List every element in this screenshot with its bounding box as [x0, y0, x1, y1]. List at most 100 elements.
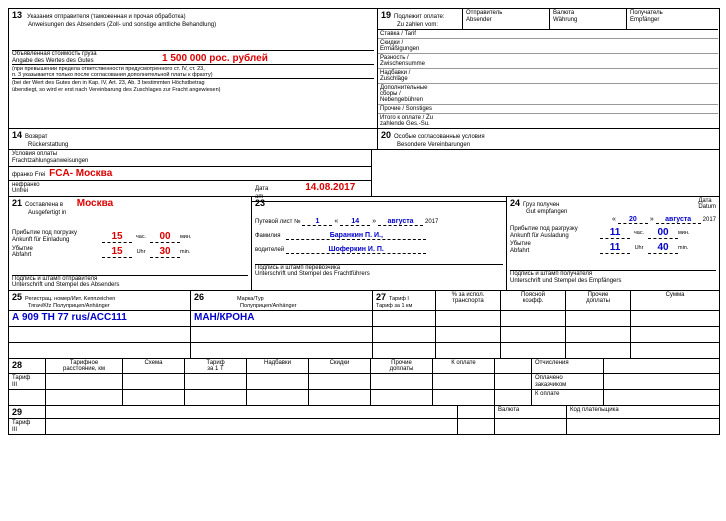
r1: Отчисления: [535, 360, 569, 366]
mn24b: min.: [678, 245, 688, 251]
b21-num: 21: [12, 198, 22, 208]
t28b: III: [12, 382, 17, 388]
brand: МАН/КРОНА: [191, 311, 373, 326]
t28: Тариф: [12, 375, 30, 381]
note2b: überstiegt, so wird er erst nach Vereinb…: [12, 87, 221, 93]
c28-6b: доплаты: [390, 366, 414, 372]
place: Москва: [77, 198, 113, 209]
hr24b: Uhr: [630, 245, 648, 251]
b26-ru: Марка/Тур: [237, 296, 264, 302]
arr-ru: Прибытие под погрузку: [12, 230, 77, 236]
fam: Фамилия: [255, 233, 280, 239]
sig24-de: Unterschrift und Stempel des Empfängers: [510, 278, 621, 284]
b29-c2: Код плательщика: [570, 407, 619, 413]
r2b: заказчиком: [535, 382, 566, 388]
main-date: 14.08.2017: [305, 182, 355, 193]
hrs2: Uhr: [132, 249, 150, 255]
declared-value: 1 500 000 рос. рублей: [162, 51, 268, 64]
c28-7: К оплате: [451, 360, 475, 366]
m2: 30: [150, 246, 180, 258]
b24-ru: Груз получен: [523, 202, 559, 208]
t29: Тариф: [12, 420, 30, 426]
b24-de: Gut empfangen: [526, 209, 567, 215]
wd: 1: [302, 218, 332, 226]
decl-ru: Объявленная стоимость груза: [12, 51, 97, 57]
b14-num: 14: [12, 130, 22, 140]
sender-ru: Отправитель: [466, 10, 502, 16]
arr-de: Ankunft für Einladung: [12, 237, 69, 243]
decl-de: Angabe des Wertes des Gutes: [12, 58, 94, 64]
pay-row: Ставка / Tarif: [378, 30, 437, 38]
c28-1b: расстояние, км: [63, 366, 105, 372]
t29b: III: [12, 427, 17, 433]
b29-c1: Валюта: [498, 407, 519, 413]
fam-v: Баранкин П. И.,: [286, 232, 426, 240]
b27-de: Тариф за 1 км: [376, 303, 412, 309]
c2b: коэфф.: [523, 298, 544, 304]
hr24: час.: [630, 230, 648, 236]
dep24-de: Abfahrt: [510, 248, 529, 254]
b14-de: Rückerstattung: [28, 142, 68, 148]
box-13-ru: Указания отправителя (таможенная и проча…: [27, 14, 186, 20]
h24a: 11: [600, 227, 630, 239]
b21-de: Ausgefertigt in: [28, 210, 66, 216]
b15-de: Frachtzahlungsanweisungen: [12, 158, 88, 164]
nefr-de: Unfrei: [12, 188, 28, 194]
h24b: 11: [600, 242, 630, 254]
b26-num: 26: [194, 292, 204, 302]
b19-de: Zu zahlen vom:: [397, 22, 438, 28]
dep24-ru: Убытие: [510, 241, 531, 247]
c28-3b: за 1 Т: [207, 366, 223, 372]
wm: 14: [340, 218, 370, 226]
b20-de: Besondere Vereinbarungen: [397, 142, 470, 148]
drv: водителей: [255, 247, 284, 253]
curr-de: Währung: [553, 17, 577, 23]
c1b: транспорта: [452, 298, 484, 304]
pay-row: Разность / Zwischensumme: [378, 54, 437, 68]
pay-row: Дополнительные сборы / Nebengebühren: [378, 84, 437, 104]
d24: 20: [618, 216, 648, 224]
franko-de: Frei: [35, 172, 45, 178]
b15-ru: Условия оплаты: [12, 151, 57, 157]
b25-de: Тягач/Kfz: [28, 303, 51, 309]
date-ru: Дата: [255, 186, 268, 192]
pay-row: Прочие / Sonstiges: [378, 105, 437, 113]
wmon: августа: [378, 218, 423, 226]
arr24-ru: Прибытие под разгрузку: [510, 226, 578, 232]
b27-num: 27: [376, 292, 386, 302]
pay-row: Скидки / Ermäßigungen: [378, 39, 437, 53]
b24-date-de: Datum: [698, 204, 716, 210]
min2: min.: [180, 249, 190, 255]
c3b: доплаты: [586, 298, 610, 304]
b27-ru: Тариф I: [389, 296, 409, 302]
pay-row: Надбавки / Zuschläge: [378, 69, 437, 83]
way: Путевой лист №: [255, 219, 301, 225]
sig23-de: Unterschrift und Stempel des Frachtführe…: [255, 271, 370, 277]
curr-ru: Валюта: [553, 10, 574, 16]
recv-ru: Получатель: [630, 10, 663, 16]
b25-num: 25: [12, 292, 22, 302]
franko: франко: [12, 172, 33, 178]
fca-value: FCA- Москва: [49, 168, 112, 179]
m24a: 00: [648, 227, 678, 239]
c28-5: Скидки: [330, 360, 350, 366]
b26-de: Полуприцеп/Anhänger: [240, 303, 296, 309]
h2: 15: [102, 246, 132, 258]
box-13-de: Anweisungen des Absenders (Zoll- und son…: [28, 22, 216, 28]
b20-num: 20: [381, 130, 391, 140]
pay-row: Итого к оплате / Zu zahlende Ges.-Su.: [378, 114, 437, 128]
h1: 15: [102, 231, 132, 243]
r3: К оплате: [535, 391, 559, 397]
sig21-de: Unterschrift und Stempel des Absenders: [12, 282, 119, 288]
b20-ru: Особые согласованные условия: [394, 134, 485, 140]
c4: Сумма: [666, 292, 685, 298]
sig24-ru: Подпись и штамп получателя: [510, 271, 592, 277]
b29-num: 29: [12, 407, 22, 417]
b24-num: 24: [510, 198, 520, 208]
arr24-de: Ankunft für Ausladung: [510, 233, 569, 239]
c28-4: Надбавки: [264, 360, 291, 366]
b19-ru: Подлежит оплате:: [394, 14, 445, 20]
m1: 00: [150, 231, 180, 243]
sig23-ru: Подпись и штамп перевозчика: [255, 265, 340, 271]
recv-de: Empfänger: [630, 17, 659, 23]
